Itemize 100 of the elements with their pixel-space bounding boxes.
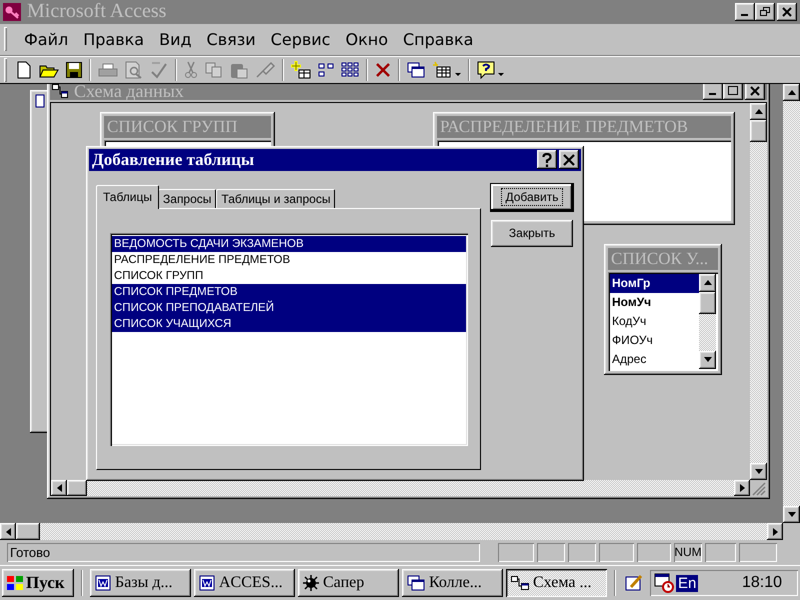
- menu-item[interactable]: Сервис: [270, 30, 330, 49]
- document-icon: [95, 575, 111, 592]
- menu-item[interactable]: Связи: [206, 30, 256, 49]
- help-icon[interactable]: [477, 60, 495, 79]
- dialog-button[interactable]: Добавить: [491, 184, 573, 211]
- list-item[interactable]: ВЕДОМОСТЬ СДАЧИ ЭКЗАМЕНОВ: [112, 236, 466, 252]
- windows-logo-icon: [6, 575, 24, 592]
- scrollbar[interactable]: [699, 274, 716, 369]
- maximize-icon: [728, 86, 738, 96]
- list-item[interactable]: СПИСОК ГРУПП: [112, 268, 466, 284]
- taskbar-button[interactable]: Колле...: [402, 569, 503, 598]
- field-item[interactable]: НомГр: [610, 274, 699, 293]
- taskbar-button[interactable]: Базы д...: [90, 569, 191, 598]
- language-indicator[interactable]: En: [676, 574, 698, 592]
- key-icon: [3, 2, 21, 21]
- field-item[interactable]: НомУч: [610, 292, 699, 312]
- minimize-icon: [709, 93, 717, 96]
- start-button[interactable]: Пуск: [2, 569, 74, 598]
- table-title: СПИСОК ГРУПП: [104, 116, 271, 138]
- calendar-clock-icon[interactable]: [654, 573, 674, 594]
- list-item[interactable]: СПИСОК ПРЕПОДАВАТЕЛЕЙ: [112, 300, 466, 316]
- field-item[interactable]: КодУч: [610, 312, 699, 331]
- add-table-icon[interactable]: [291, 60, 311, 79]
- help-button[interactable]: [537, 150, 557, 170]
- restore-button[interactable]: [755, 2, 775, 21]
- field-item[interactable]: ФИОУч: [610, 330, 699, 350]
- mine-icon: [303, 575, 319, 592]
- list-item[interactable]: СПИСОК УЧАЩИХСЯ: [112, 316, 466, 332]
- maximize-button[interactable]: [723, 84, 743, 100]
- clock: 18:10: [742, 574, 783, 592]
- menu-item[interactable]: Вид: [159, 30, 192, 49]
- table-layout-icon[interactable]: [318, 62, 334, 78]
- document-icon: [199, 575, 215, 592]
- taskbar-button[interactable]: Сапер: [298, 569, 399, 598]
- field-item[interactable]: Адрес: [610, 350, 699, 369]
- dialog-button[interactable]: Закрыть: [491, 220, 573, 247]
- new-document-icon[interactable]: [16, 60, 32, 79]
- table-box[interactable]: СПИСОК У... НомГр НомУч КодУч ФИОУч Адрес: [604, 244, 722, 375]
- menu-item[interactable]: Файл: [24, 30, 68, 49]
- status-indicator: [739, 543, 777, 562]
- question-mark-icon: [542, 152, 552, 167]
- table-title: СПИСОК У...: [608, 248, 718, 270]
- status-indicator: [599, 543, 634, 562]
- scroll-thumb[interactable]: [16, 523, 40, 540]
- scroll-thumb[interactable]: [750, 120, 767, 142]
- up-arrow-icon: [704, 280, 712, 286]
- status-text: Готово: [7, 543, 480, 562]
- window-title: Microsoft Access: [27, 0, 168, 24]
- left-arrow-icon: [6, 528, 10, 536]
- right-arrow-icon: [772, 528, 778, 536]
- left-arrow-icon: [56, 484, 62, 492]
- dropdown-arrow-icon[interactable]: [455, 72, 461, 77]
- spelling-check-icon[interactable]: [150, 60, 168, 79]
- down-arrow-icon: [704, 357, 712, 362]
- tab[interactable]: Таблицы: [96, 184, 160, 209]
- close-icon: [782, 6, 792, 17]
- close-button[interactable]: [745, 84, 765, 100]
- list-item[interactable]: СПИСОК ПРЕДМЕТОВ: [112, 284, 466, 300]
- relationship-icon: [511, 576, 529, 590]
- windows-icon: [407, 575, 425, 592]
- menu-item[interactable]: Окно: [345, 30, 388, 49]
- restore-icon: [760, 7, 770, 16]
- windows-icon[interactable]: [407, 62, 425, 78]
- minimize-button[interactable]: [703, 84, 723, 100]
- pencil-icon[interactable]: [625, 574, 643, 592]
- tab[interactable]: Запросы: [158, 188, 216, 209]
- taskbar-button[interactable]: Схема ...: [506, 569, 607, 598]
- status-indicator: [498, 543, 534, 562]
- scroll-thumb[interactable]: [699, 292, 716, 314]
- status-indicator: [537, 543, 565, 562]
- minimize-icon: [741, 14, 749, 18]
- close-icon: [563, 154, 575, 166]
- grid-layout-icon[interactable]: [341, 62, 359, 78]
- list-item[interactable]: РАСПРЕДЕЛЕНИЕ ПРЕДМЕТОВ: [112, 252, 466, 268]
- scroll-thumb[interactable]: [67, 480, 87, 496]
- up-arrow-icon: [788, 90, 796, 95]
- down-arrow-icon: [788, 512, 796, 518]
- copy-icon[interactable]: [205, 62, 223, 78]
- up-arrow-icon: [754, 108, 762, 114]
- down-arrow-icon: [754, 468, 762, 474]
- status-indicator: [568, 543, 596, 562]
- dropdown-arrow-icon[interactable]: [498, 72, 504, 77]
- delete-icon[interactable]: [375, 62, 391, 78]
- menu-item[interactable]: Справка: [402, 30, 474, 49]
- new-table-icon[interactable]: [432, 60, 452, 79]
- close-button[interactable]: [777, 2, 797, 21]
- print-preview-icon[interactable]: [125, 60, 143, 79]
- status-indicator: [705, 543, 736, 562]
- close-button[interactable]: [559, 150, 579, 170]
- tab[interactable]: Таблицы и запросы: [216, 188, 336, 209]
- status-indicator: [637, 543, 671, 562]
- resize-grip-icon[interactable]: [750, 480, 766, 496]
- printer-icon[interactable]: [98, 62, 118, 78]
- menu-item[interactable]: Правка: [83, 30, 144, 49]
- close-icon: [750, 86, 760, 96]
- minimize-button[interactable]: [735, 2, 755, 21]
- window-icon: [35, 94, 45, 108]
- table-title: РАСПРЕДЕЛЕНИЕ ПРЕДМЕТОВ: [437, 116, 731, 138]
- window-title: Схема данных: [74, 84, 185, 100]
- taskbar-button[interactable]: ACCES...: [194, 569, 295, 598]
